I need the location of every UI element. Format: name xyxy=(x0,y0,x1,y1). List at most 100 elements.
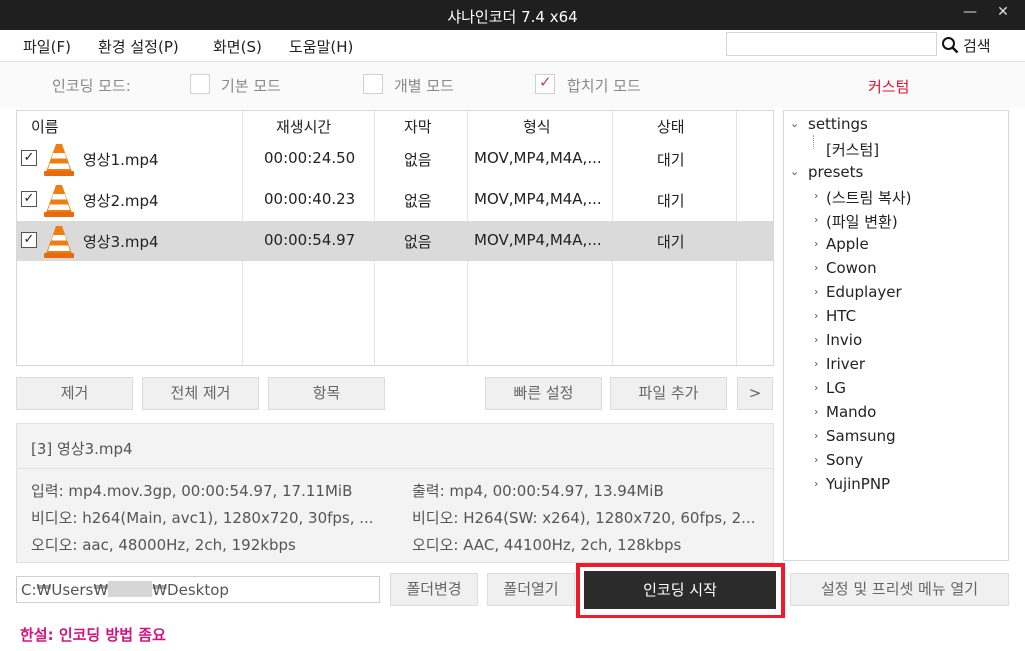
item-button[interactable]: 항목 xyxy=(268,377,385,410)
file-info-panel: [3] 영상3.mp4 입력: mp4.mov.3gp, 00:00:54.97… xyxy=(16,423,774,563)
column-status[interactable]: 상태 xyxy=(657,116,685,137)
preset-tree: ⌄ settings [커스텀] ⌄ presets › (스트림 복사) › … xyxy=(783,110,1009,561)
individual-mode-checkbox[interactable] xyxy=(363,74,383,94)
search-button[interactable]: 검색 xyxy=(941,33,991,57)
tree-node-preset[interactable]: Iriver xyxy=(826,355,865,373)
tree-node-preset[interactable]: Invio xyxy=(826,331,862,349)
tree-node-presets[interactable]: presets xyxy=(808,163,863,181)
merge-mode-label: 합치기 모드 xyxy=(567,77,641,95)
table-row[interactable]: ✓ 영상1.mp4 00:00:24.50 없음 MOV,MP4,M4A,...… xyxy=(17,139,773,179)
tree-node-preset[interactable]: Samsung xyxy=(826,427,896,445)
search-input[interactable] xyxy=(726,32,937,56)
chevron-right-icon[interactable]: › xyxy=(814,189,818,202)
chevron-right-icon[interactable]: › xyxy=(814,381,818,394)
file-format: MOV,MP4,M4A,... xyxy=(474,231,602,249)
file-duration: 00:00:54.97 xyxy=(264,231,356,249)
chevron-right-icon[interactable]: › xyxy=(814,453,818,466)
output-audio-info: 오디오: AAC, 44100Hz, 2ch, 128kbps xyxy=(412,536,682,554)
tree-node-preset[interactable]: Sony xyxy=(826,451,863,469)
chevron-down-icon[interactable]: ⌄ xyxy=(790,117,799,130)
table-row[interactable]: ✓ 영상2.mp4 00:00:40.23 없음 MOV,MP4,M4A,...… xyxy=(17,180,773,220)
column-subtitle[interactable]: 자막 xyxy=(404,116,432,137)
file-format: MOV,MP4,M4A,... xyxy=(474,149,602,167)
vlc-cone-icon xyxy=(44,185,74,217)
row-checkbox[interactable]: ✓ xyxy=(21,232,37,248)
file-format: MOV,MP4,M4A,... xyxy=(474,190,602,208)
status-message: 한설: 인코딩 방법 좀요 xyxy=(20,626,166,644)
chevron-right-icon[interactable]: › xyxy=(814,213,818,226)
file-name: 영상3.mp4 xyxy=(83,233,159,251)
tree-node-custom[interactable]: [커스텀] xyxy=(826,139,879,160)
remove-all-button[interactable]: 전체 제거 xyxy=(142,377,259,410)
chevron-right-icon[interactable]: › xyxy=(814,237,818,250)
tree-node-preset[interactable]: Mando xyxy=(826,403,876,421)
chevron-down-icon[interactable]: ⌄ xyxy=(790,165,799,178)
chevron-right-icon[interactable]: › xyxy=(814,309,818,322)
tree-node-settings[interactable]: settings xyxy=(808,115,868,133)
quick-settings-button[interactable]: 빠른 설정 xyxy=(485,377,602,410)
row-checkbox[interactable]: ✓ xyxy=(21,150,37,166)
tree-node-preset[interactable]: Apple xyxy=(826,235,869,253)
merge-mode-checkbox[interactable] xyxy=(535,73,555,94)
menu-settings[interactable]: 환경 설정(P) xyxy=(98,36,179,57)
menu-view[interactable]: 화면(S) xyxy=(213,36,262,57)
tree-node-preset[interactable]: YujinPNP xyxy=(826,475,890,493)
vlc-cone-icon xyxy=(44,226,74,258)
tree-node-preset[interactable]: LG xyxy=(826,379,846,397)
status-bar: 한설: 인코딩 방법 좀요 xyxy=(0,618,1025,651)
chevron-right-icon[interactable]: › xyxy=(814,333,818,346)
remove-button[interactable]: 제거 xyxy=(16,377,133,410)
column-duration[interactable]: 재생시간 xyxy=(276,116,331,137)
file-duration: 00:00:40.23 xyxy=(264,190,356,208)
more-buttons-button[interactable]: > xyxy=(737,377,773,410)
tree-node-preset[interactable]: Eduplayer xyxy=(826,283,902,301)
file-status: 대기 xyxy=(657,233,685,251)
output-path-field[interactable]: C:₩Users₩ ₩Desktop xyxy=(16,576,380,603)
file-subtitle: 없음 xyxy=(404,233,432,251)
chevron-right-icon[interactable]: › xyxy=(814,261,818,274)
basic-mode-checkbox[interactable] xyxy=(190,74,210,94)
file-subtitle: 없음 xyxy=(404,151,432,169)
column-name[interactable]: 이름 xyxy=(31,116,59,137)
search-icon xyxy=(942,37,959,54)
start-encoding-button[interactable]: 인코딩 시작 xyxy=(584,571,776,609)
minimize-button[interactable]: — xyxy=(960,4,980,24)
output-path-suffix: ₩Desktop xyxy=(152,581,229,599)
redacted-username xyxy=(108,581,153,597)
search-button-label: 검색 xyxy=(963,36,991,55)
file-list-header: 이름 재생시간 자막 형식 상태 xyxy=(17,111,773,139)
open-settings-menu-button[interactable]: 설정 및 프리셋 메뉴 열기 xyxy=(790,573,1009,606)
change-folder-button[interactable]: 폴더변경 xyxy=(390,573,478,606)
input-audio-info: 오디오: aac, 48000Hz, 2ch, 192kbps xyxy=(31,536,296,554)
tree-node-preset[interactable]: Cowon xyxy=(826,259,877,277)
input-video-info: 비디오: h264(Main, avc1), 1280x720, 30fps, … xyxy=(31,509,374,527)
chevron-right-icon[interactable]: › xyxy=(814,429,818,442)
encoding-mode-label: 인코딩 모드: xyxy=(52,77,131,95)
row-checkbox[interactable]: ✓ xyxy=(21,191,37,207)
output-info: 출력: mp4, 00:00:54.97, 13.94MiB xyxy=(412,482,664,500)
tree-node-preset[interactable]: (파일 변환) xyxy=(826,211,898,232)
output-path-prefix: C:₩Users₩ xyxy=(21,581,109,599)
column-format[interactable]: 형식 xyxy=(523,116,551,137)
file-status: 대기 xyxy=(657,151,685,169)
chevron-right-icon[interactable]: › xyxy=(814,285,818,298)
tree-node-preset[interactable]: (스트림 복사) xyxy=(826,187,911,208)
input-info: 입력: mp4.mov.3gp, 00:00:54.97, 17.11MiB xyxy=(31,482,353,500)
open-folder-button[interactable]: 폴더열기 xyxy=(487,573,575,606)
file-list: 이름 재생시간 자막 형식 상태 ✓ 영상1.mp4 00:00:24.50 없… xyxy=(16,110,774,366)
custom-preset-label[interactable]: 커스텀 xyxy=(868,76,909,97)
file-subtitle: 없음 xyxy=(404,192,432,210)
output-video-info: 비디오: H264(SW: x264), 1280x720, 60fps, 2.… xyxy=(412,509,756,527)
tree-node-preset[interactable]: HTC xyxy=(826,307,856,325)
individual-mode-label: 개별 모드 xyxy=(394,77,454,95)
info-title: [3] 영상3.mp4 xyxy=(31,440,133,458)
menu-file[interactable]: 파일(F) xyxy=(23,36,71,57)
table-row[interactable]: ✓ 영상3.mp4 00:00:54.97 없음 MOV,MP4,M4A,...… xyxy=(17,221,773,261)
close-button[interactable]: ✕ xyxy=(993,4,1013,24)
add-file-button[interactable]: 파일 추가 xyxy=(610,377,727,410)
chevron-right-icon[interactable]: › xyxy=(814,357,818,370)
chevron-right-icon[interactable]: › xyxy=(814,405,818,418)
chevron-right-icon[interactable]: › xyxy=(814,477,818,490)
vlc-cone-icon xyxy=(44,144,74,176)
menu-help[interactable]: 도움말(H) xyxy=(289,36,353,57)
